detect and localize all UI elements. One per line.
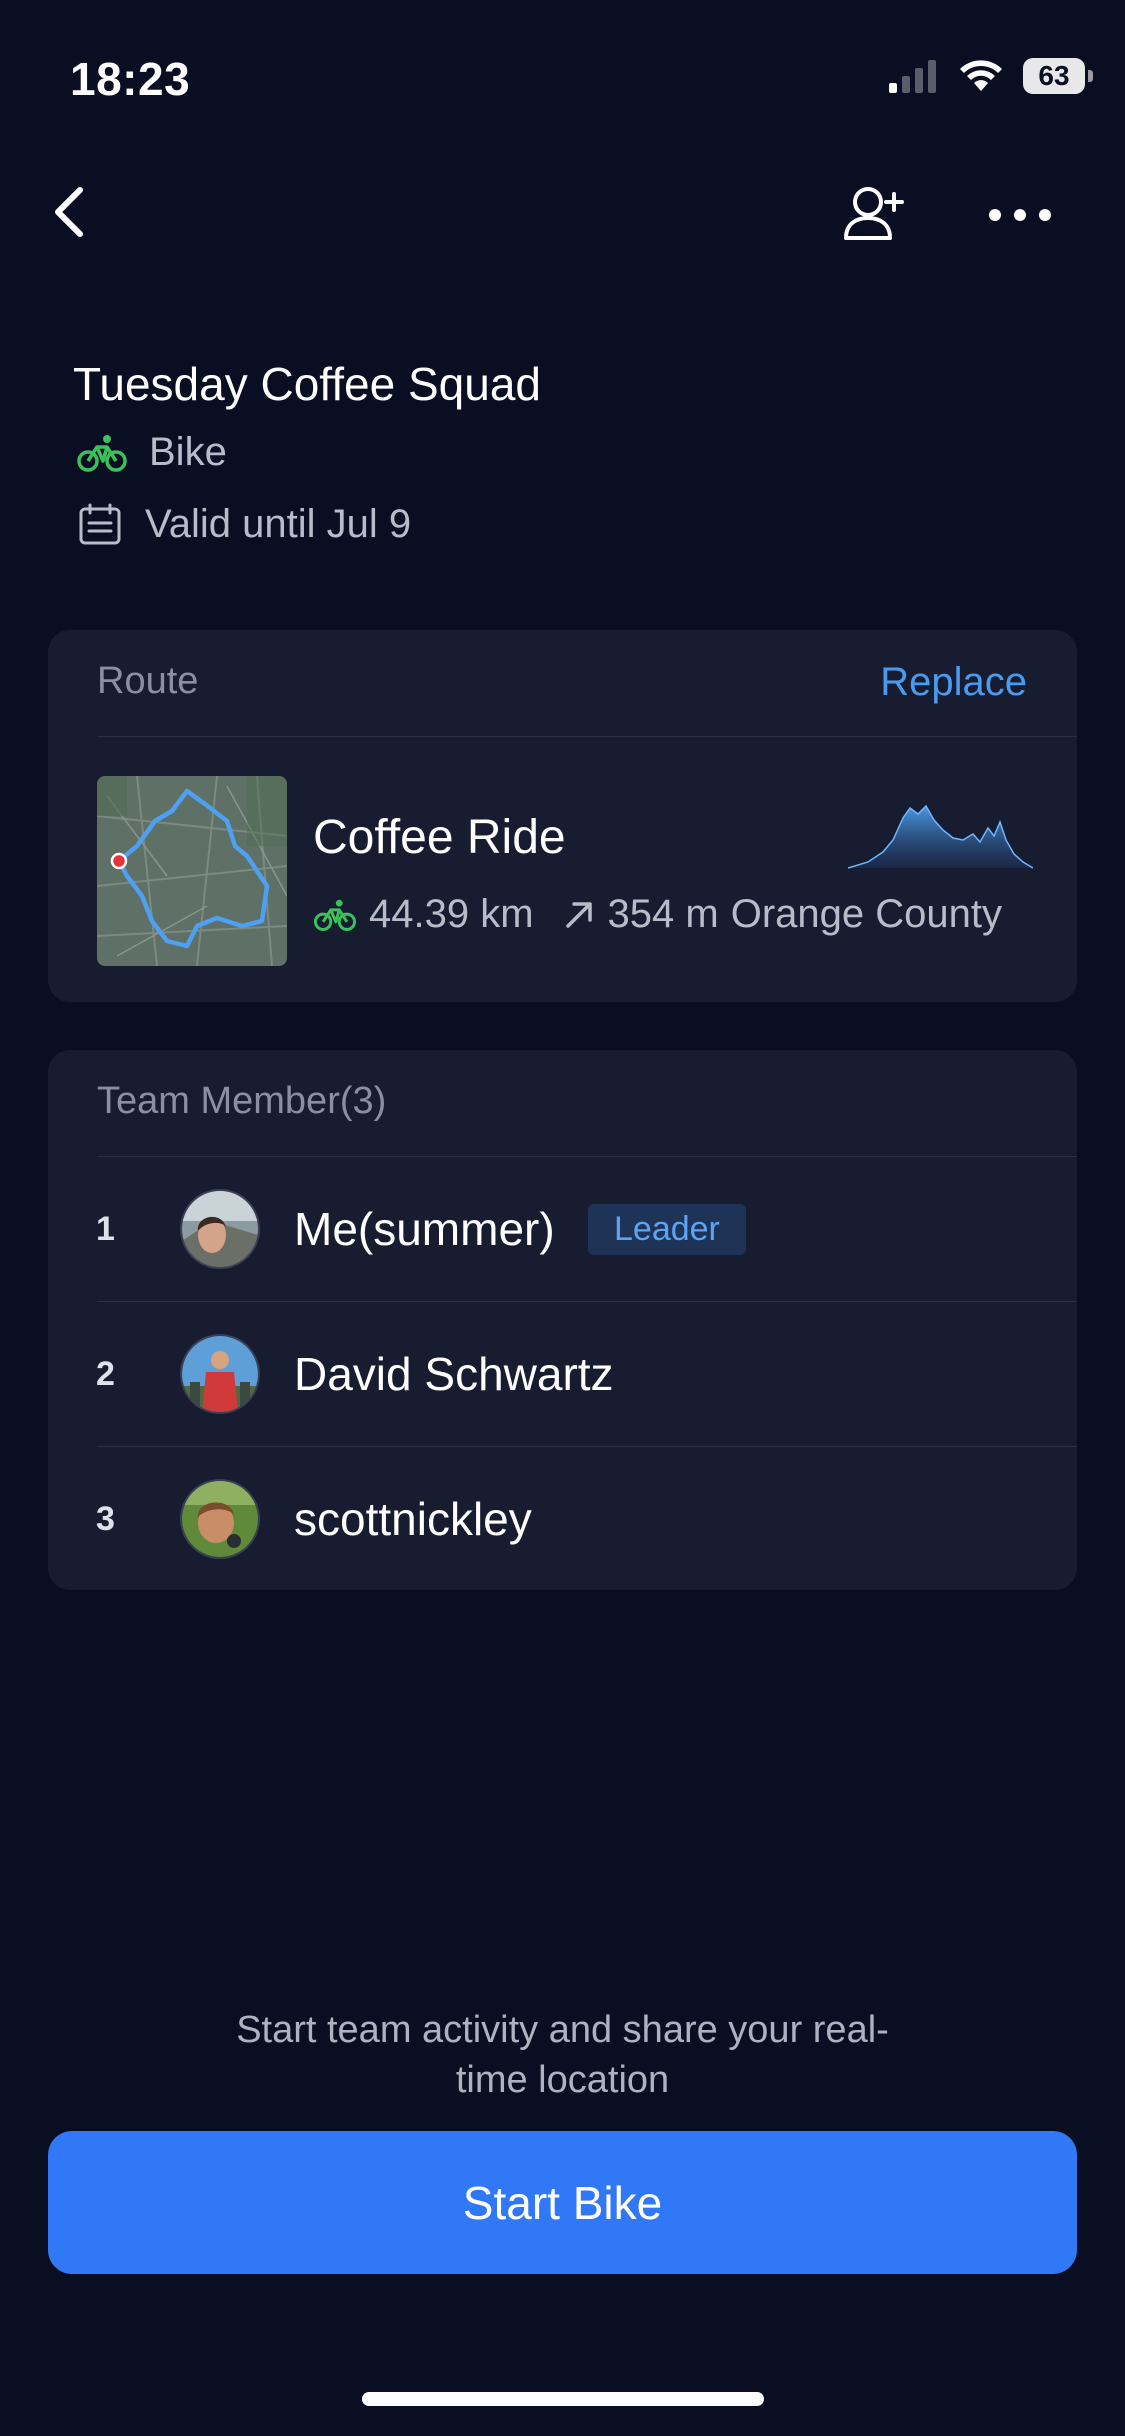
member-name: scottnickley	[294, 1493, 532, 1545]
back-icon[interactable]	[40, 182, 100, 242]
member-index: 2	[96, 1354, 115, 1393]
route-name: Coffee Ride	[313, 811, 566, 864]
route-stats: 44.39 km 354 m Orange County	[313, 892, 1002, 937]
member-index: 3	[96, 1499, 115, 1538]
member-row-2[interactable]: 2 David Schwartz	[48, 1302, 1077, 1446]
member-row-1[interactable]: 1 Me(summer) Leader	[48, 1157, 1077, 1301]
route-region: Orange County	[730, 892, 1002, 936]
elevation-profile	[848, 804, 1033, 869]
avatar	[180, 1334, 260, 1414]
sport-label: Bike	[149, 430, 227, 474]
member-row-3[interactable]: 3 scottnickley	[48, 1447, 1077, 1591]
signal-icon	[889, 60, 936, 93]
member-name: Me(summer)	[294, 1203, 555, 1255]
status-time: 18:23	[70, 53, 191, 105]
route-card: Route Replace Coffee Ride 44.39 km 354 m…	[48, 630, 1077, 1002]
footer-note: Start team activity and share your real-…	[236, 2009, 889, 2101]
leader-badge: Leader	[588, 1203, 746, 1255]
status-icons: 63	[887, 58, 1093, 94]
avatar	[180, 1189, 260, 1269]
team-title: Tuesday Coffee Squad	[73, 358, 541, 410]
bike-icon	[77, 434, 127, 472]
avatar	[180, 1479, 260, 1559]
team-card: Team Member(3) 1 Me(summer) Leader 2 Dav…	[48, 1050, 1077, 1590]
sport-row: Bike	[77, 430, 227, 475]
bike-icon	[313, 899, 357, 931]
member-index: 1	[96, 1209, 115, 1248]
replace-route-link[interactable]: Replace	[880, 660, 1027, 705]
route-map-image	[97, 776, 287, 966]
validity-row: Valid until Jul 9	[77, 502, 411, 547]
more-icon[interactable]	[985, 190, 1055, 240]
member-name: David Schwartz	[294, 1348, 614, 1400]
wifi-icon	[960, 60, 1002, 91]
valid-until-label: Valid until Jul 9	[145, 502, 412, 546]
route-divider	[97, 736, 1077, 737]
ascent-arrow-icon	[565, 901, 592, 928]
add-user-icon[interactable]	[838, 180, 908, 250]
route-elevation: 354 m	[607, 892, 719, 936]
route-distance: 44.39 km	[369, 892, 534, 936]
team-heading: Team Member(3)	[97, 1080, 387, 1122]
route-heading: Route	[97, 660, 199, 702]
start-bike-button[interactable]: Start Bike	[48, 2131, 1077, 2274]
calendar-icon	[79, 503, 121, 544]
home-indicator	[362, 2392, 764, 2406]
route-map-thumbnail[interactable]	[97, 776, 287, 966]
battery-icon: 63	[1023, 58, 1093, 94]
